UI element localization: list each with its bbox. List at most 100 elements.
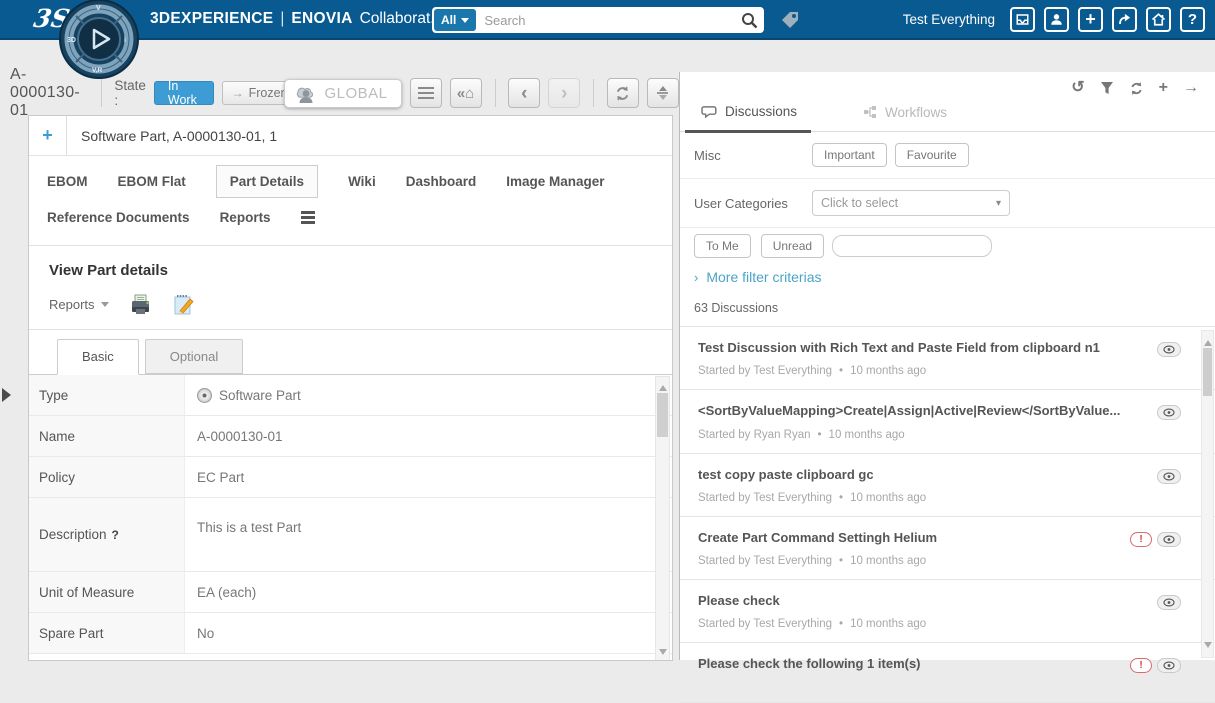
discussion-badges: !	[1130, 532, 1181, 547]
subtab-optional[interactable]: Optional	[145, 339, 243, 374]
filter-icon[interactable]	[1100, 81, 1114, 95]
tab-reports[interactable]: Reports	[220, 202, 271, 233]
discussion-title[interactable]: <SortByValueMapping>Create|Assign|Active…	[698, 403, 1145, 419]
edit-button[interactable]	[172, 293, 195, 316]
add-content-icon[interactable]: +	[1078, 7, 1103, 32]
add-discussion-icon[interactable]: +	[1159, 80, 1168, 96]
eye-icon[interactable]	[1157, 342, 1181, 357]
scroll-thumb[interactable]	[657, 393, 668, 437]
filter-to-me-button[interactable]: To Me	[694, 234, 751, 258]
home-icon[interactable]	[1146, 7, 1171, 32]
page-title: View Part details	[29, 246, 672, 281]
brand-app: ENOVIA	[291, 10, 352, 28]
eye-icon[interactable]	[1157, 405, 1181, 420]
3dexperience-compass-icon[interactable]: 3D i V,R V	[58, 0, 140, 80]
share-icon[interactable]	[1112, 7, 1137, 32]
tag-icon[interactable]	[779, 9, 801, 31]
discussion-list-item[interactable]: test copy paste clipboard gc Started by T…	[680, 454, 1215, 517]
sync-icon[interactable]	[1129, 81, 1144, 96]
eye-icon[interactable]	[1157, 595, 1181, 610]
user-categories-select[interactable]: Click to select ▾	[812, 190, 1010, 216]
discussion-filter-input[interactable]	[832, 235, 992, 257]
tab-part-details[interactable]: Part Details	[216, 165, 318, 198]
history-icon[interactable]: ↺	[1071, 80, 1084, 96]
panel-expander[interactable]	[2, 388, 18, 402]
scroll-down-icon[interactable]	[659, 649, 667, 659]
open-panel-icon[interactable]: →	[1183, 80, 1199, 96]
attribute-row-policy: Policy EC Part	[29, 457, 672, 498]
discussion-list-item[interactable]: <SortByValueMapping>Create|Assign|Active…	[680, 390, 1215, 453]
profile-icon[interactable]	[1044, 7, 1069, 32]
add-button[interactable]: +	[29, 116, 67, 155]
discussion-author: Started by Test Everything	[698, 492, 832, 504]
filter-favourite-button[interactable]: Favourite	[895, 143, 969, 167]
reports-dropdown[interactable]: Reports	[49, 297, 109, 312]
discussion-list-item[interactable]: Test Discussion with Rich Text and Paste…	[680, 327, 1215, 390]
discussion-badges	[1157, 342, 1181, 357]
eye-icon[interactable]	[1157, 658, 1181, 673]
tab-wiki[interactable]: Wiki	[348, 166, 376, 197]
eye-icon[interactable]	[1157, 469, 1181, 484]
refresh-button[interactable]	[607, 78, 639, 108]
tab-dashboard[interactable]: Dashboard	[406, 166, 477, 197]
tab-ebom-flat[interactable]: EBOM Flat	[118, 166, 186, 197]
more-filters-link[interactable]: › More filter criterias	[680, 262, 1215, 292]
printer-icon	[129, 294, 152, 316]
discussion-list-item[interactable]: Please check the following 1 item(s)!	[680, 643, 1215, 703]
current-user-name[interactable]: Test Everything	[903, 12, 995, 27]
forward-button[interactable]: ›	[548, 78, 580, 108]
chevron-down-icon	[461, 18, 469, 27]
search-scope-dropdown[interactable]: All	[434, 9, 476, 31]
scroll-thumb[interactable]	[1203, 348, 1212, 396]
scroll-down-icon[interactable]	[1204, 642, 1212, 652]
discussion-title[interactable]: Test Discussion with Rich Text and Paste…	[698, 340, 1145, 356]
attribute-row-unit-of-measure: Unit of MeasureEA (each)	[29, 572, 672, 613]
filter-important-button[interactable]: Important	[812, 143, 887, 167]
inbox-icon[interactable]	[1010, 7, 1035, 32]
discussion-title[interactable]: Create Part Command Settingh Helium	[698, 530, 1145, 546]
attribute-value-text: A-0000130-01	[197, 429, 283, 444]
divider	[495, 79, 496, 107]
help-icon[interactable]: ?	[1180, 7, 1205, 32]
important-icon[interactable]: !	[1130, 532, 1152, 547]
print-button[interactable]	[129, 294, 152, 316]
discussion-title[interactable]: Please check	[698, 593, 1145, 609]
subtab-basic[interactable]: Basic	[57, 339, 139, 375]
scroll-up-icon[interactable]	[659, 381, 667, 391]
discussion-badges	[1157, 469, 1181, 484]
attribute-value: No	[185, 613, 672, 653]
attribute-value: This is a test Part	[185, 498, 672, 571]
menu-button[interactable]	[410, 78, 442, 108]
attribute-label: Policy	[29, 457, 185, 497]
discussion-title[interactable]: Please check the following 1 item(s)	[698, 656, 1145, 672]
discussions-list: Test Discussion with Rich Text and Paste…	[680, 326, 1215, 703]
sort-button[interactable]	[647, 78, 679, 108]
discussion-meta: Started by Test Everything•10 months ago	[698, 555, 1145, 567]
tabs-overflow-icon[interactable]	[301, 207, 315, 228]
scroll-up-icon[interactable]	[1204, 336, 1212, 346]
discussion-meta: Started by Ryan Ryan•10 months ago	[698, 429, 1145, 441]
tab-workflows[interactable]: Workflows	[847, 104, 961, 131]
back-button[interactable]: ‹	[508, 78, 540, 108]
tab-discussions[interactable]: Discussions	[685, 104, 811, 133]
discussion-list-item[interactable]: Create Part Command Settingh Helium Start…	[680, 517, 1215, 580]
state-current-button[interactable]: In Work	[154, 81, 214, 105]
eye-icon[interactable]	[1157, 532, 1181, 547]
tab-ebom[interactable]: EBOM	[47, 166, 88, 197]
collapse-home-button[interactable]: «⌂	[450, 78, 482, 108]
discussion-title[interactable]: test copy paste clipboard gc	[698, 467, 1145, 483]
search-input[interactable]	[476, 13, 741, 28]
help-icon[interactable]: ?	[112, 528, 119, 542]
discussion-badges	[1157, 405, 1181, 420]
attribute-value: EC Part	[185, 457, 672, 497]
table-scrollbar[interactable]	[655, 376, 670, 661]
filter-unread-button[interactable]: Unread	[761, 234, 824, 258]
important-icon[interactable]: !	[1130, 658, 1152, 673]
tab-reference-documents[interactable]: Reference Documents	[47, 202, 190, 233]
discussion-list-item[interactable]: Please checkStarted by Test Everything•1…	[680, 580, 1215, 643]
search-icon[interactable]	[741, 12, 758, 29]
tab-image-manager[interactable]: Image Manager	[506, 166, 604, 197]
panel-scrollbar[interactable]	[1201, 330, 1214, 658]
global-collab-space-button[interactable]: GLOBAL	[284, 79, 401, 108]
attribute-label-text: Policy	[39, 470, 75, 485]
